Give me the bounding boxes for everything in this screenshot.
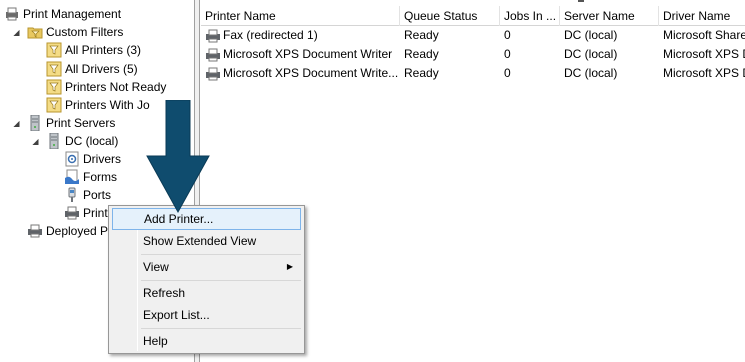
table-row[interactable]: Microsoft XPS Document Writer Ready 0 DC…: [201, 45, 745, 64]
driver-name-cell: Microsoft Share: [663, 28, 745, 42]
expanded-icon[interactable]: ◢: [12, 28, 21, 37]
filter-folder-icon: [27, 24, 43, 40]
tree-item-printers-with-jobs[interactable]: Printers With Jo: [46, 96, 150, 114]
menu-item-view[interactable]: View ▶: [112, 256, 301, 278]
tree-label: Print Servers: [46, 116, 116, 130]
forms-icon: [64, 169, 80, 185]
expanded-icon[interactable]: ◢: [12, 119, 21, 128]
tree-label: Deployed P: [46, 224, 109, 238]
printer-icon: [205, 28, 221, 44]
menu-item-refresh[interactable]: Refresh: [112, 282, 301, 304]
tree-item-custom-filters[interactable]: ◢ Custom Filters: [13, 23, 124, 41]
menu-item-show-extended-view[interactable]: Show Extended View: [112, 230, 301, 252]
printer-icon: [27, 223, 43, 239]
driver-name-cell: Microsoft XPS D: [663, 47, 745, 61]
tree-label: Forms: [83, 170, 117, 184]
tree-label: All Drivers (5): [65, 62, 138, 76]
tree-label: Printers With Jo: [65, 98, 150, 112]
printer-name-cell: Microsoft XPS Document Writer: [201, 45, 400, 64]
printer-icon: [64, 205, 80, 221]
filter-icon: [46, 42, 62, 58]
column-header-jobs[interactable]: Jobs In ...: [500, 6, 560, 26]
column-header-server-name[interactable]: Server Name: [560, 6, 659, 26]
queue-status-cell: Ready: [404, 28, 439, 42]
tree-item-deployed-printers[interactable]: Deployed P: [27, 222, 108, 240]
column-header-queue-status[interactable]: Queue Status: [400, 6, 500, 26]
server-icon: [46, 133, 62, 149]
driver-name-cell: Microsoft XPS D: [663, 66, 745, 80]
menu-separator: [141, 328, 301, 329]
print-management-icon: [4, 6, 20, 22]
tree-label: Printers Not Ready: [65, 80, 167, 94]
printer-name-cell: Microsoft XPS Document Write...: [201, 64, 400, 83]
tree-item-drivers[interactable]: Drivers: [64, 150, 121, 168]
printer-name: Microsoft XPS Document Writer: [223, 47, 393, 61]
tree-item-print-servers[interactable]: ◢ Print Servers: [13, 114, 116, 132]
tree-item-printers[interactable]: Print: [64, 204, 108, 222]
jobs-cell: 0: [504, 28, 511, 42]
column-header-driver-name[interactable]: Driver Name: [659, 6, 745, 26]
menu-separator: [141, 280, 301, 281]
tree-item-all-drivers[interactable]: All Drivers (5): [46, 60, 138, 78]
filter-icon: [46, 97, 62, 113]
print-management-window: Print Management ◢ Custom Filters All Pr…: [0, 0, 745, 362]
menu-item-help[interactable]: Help: [112, 330, 301, 352]
submenu-arrow-icon: ▶: [286, 262, 293, 271]
tree-label: Print: [83, 206, 108, 220]
queue-status-cell: Ready: [404, 47, 439, 61]
server-name-cell: DC (local): [564, 28, 618, 42]
tree-label: Drivers: [83, 152, 121, 166]
tree-label: All Printers (3): [65, 43, 142, 57]
printer-icon: [205, 47, 221, 63]
tree-label: Ports: [83, 188, 112, 202]
tree-item-printers-not-ready[interactable]: Printers Not Ready: [46, 78, 166, 96]
menu-item-label: View: [143, 260, 169, 274]
context-menu: Add Printer... Show Extended View View ▶…: [108, 205, 305, 354]
jobs-cell: 0: [504, 66, 511, 80]
table-row[interactable]: Microsoft XPS Document Write... Ready 0 …: [201, 64, 745, 83]
expanded-icon[interactable]: ◢: [31, 137, 40, 146]
list-header: Printer Name Queue Status Jobs In ... Se…: [201, 6, 745, 26]
printer-icon: [205, 66, 221, 82]
server-name-cell: DC (local): [564, 47, 618, 61]
tree-item-print-management[interactable]: Print Management: [4, 5, 121, 23]
drivers-icon: [64, 151, 80, 167]
tree-item-all-printers[interactable]: All Printers (3): [46, 41, 141, 59]
printer-name: Fax (redirected 1): [223, 28, 318, 42]
column-header-printer-name[interactable]: Printer Name: [201, 6, 400, 26]
jobs-cell: 0: [504, 47, 511, 61]
filter-icon: [46, 79, 62, 95]
queue-status-cell: Ready: [404, 66, 439, 80]
server-icon: [27, 115, 43, 131]
filter-icon: [46, 61, 62, 77]
table-row[interactable]: Fax (redirected 1) Ready 0 DC (local) Mi…: [201, 26, 745, 45]
server-name-cell: DC (local): [564, 66, 618, 80]
ports-icon: [64, 187, 80, 203]
tree-label: Print Management: [23, 7, 122, 21]
tree-item-ports[interactable]: Ports: [64, 186, 111, 204]
tree-label: DC (local): [65, 134, 119, 148]
menu-separator: [141, 254, 301, 255]
tree-item-dc-local[interactable]: ◢ DC (local): [32, 132, 119, 150]
tree-label: Custom Filters: [46, 25, 124, 39]
tree-item-forms[interactable]: Forms: [64, 168, 117, 186]
printer-name: Microsoft XPS Document Write...: [223, 66, 399, 80]
printer-name-cell: Fax (redirected 1): [201, 26, 400, 45]
down-arrow-icon: [145, 99, 211, 215]
menu-item-export-list[interactable]: Export List...: [112, 304, 301, 326]
